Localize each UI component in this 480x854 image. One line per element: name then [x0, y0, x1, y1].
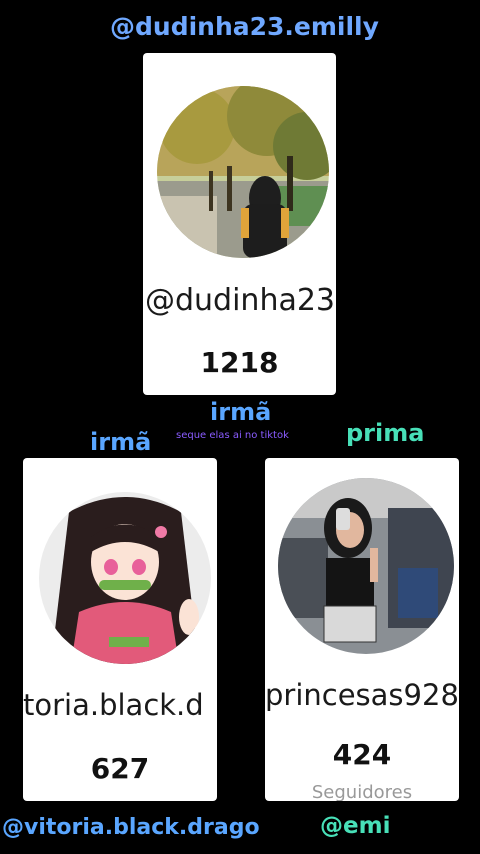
center-subtitle: seque elas ai no tiktok [176, 430, 289, 441]
left-profile-card[interactable]: toria.black.d 627 [23, 458, 217, 801]
left-tag-irma: irmã [90, 428, 152, 456]
left-card-follower-count: 627 [90, 752, 150, 785]
left-card-username: toria.black.d [23, 688, 204, 722]
center-tag-irma: irmã [210, 398, 272, 426]
top-profile-card[interactable]: @dudinha23. 1218 [143, 53, 336, 395]
right-profile-card[interactable]: princesas928 424 Seguidores [265, 458, 459, 801]
mirror-selfie-image [278, 478, 454, 654]
top-card-username: @dudinha23. [145, 283, 336, 318]
avatar-mirror-selfie [278, 478, 454, 654]
avatar-anime-character [39, 492, 211, 664]
left-handle: @vitoria.black.drago [2, 815, 260, 840]
top-handle: @dudinha23.emilly [110, 12, 379, 41]
anime-character-image [39, 492, 211, 664]
avatar-park-photo [157, 86, 329, 258]
right-card-followers-label: Seguidores [311, 782, 413, 801]
right-tag-prima: prima [346, 419, 425, 447]
right-handle: @emi [320, 813, 391, 839]
right-card-username: princesas928 [265, 678, 459, 712]
right-card-follower-count: 424 [332, 738, 392, 771]
top-card-follower-count: 1218 [200, 346, 279, 379]
park-photo-image [157, 86, 329, 258]
